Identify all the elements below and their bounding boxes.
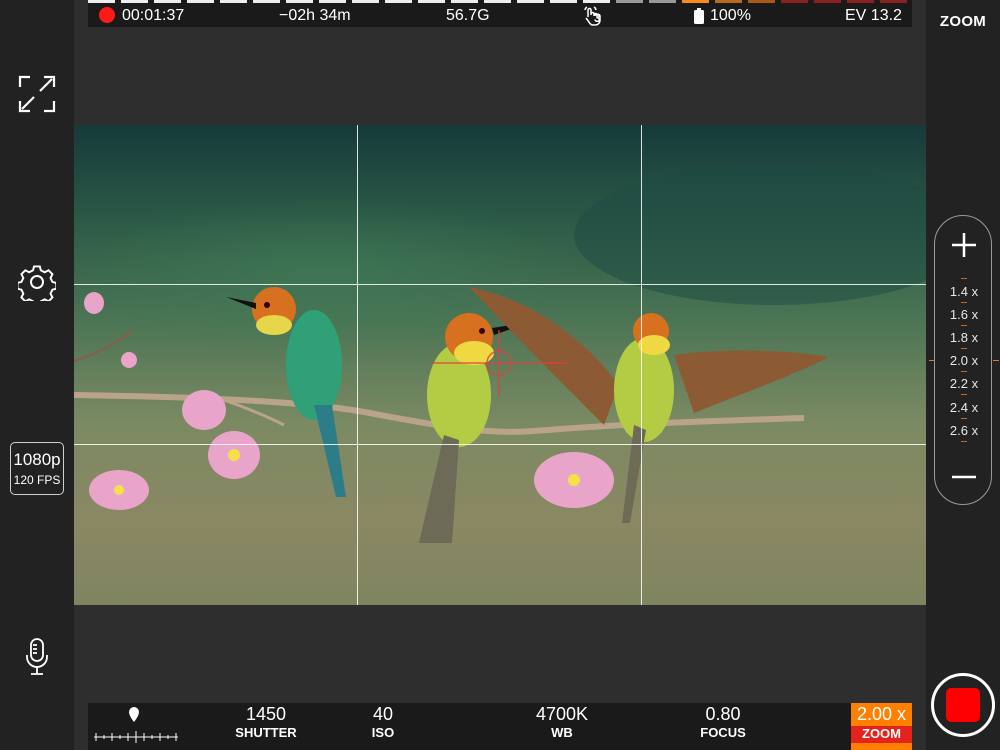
focus-label: FOCUS xyxy=(700,725,746,740)
resolution-fps-badge[interactable]: 1080p 120 FPS xyxy=(10,442,64,495)
minus-icon xyxy=(952,475,976,479)
zoom-tick xyxy=(961,325,967,326)
plus-icon xyxy=(952,233,976,257)
zoom-level-option[interactable]: 1.4 x xyxy=(935,284,993,299)
level-segment xyxy=(220,0,247,3)
touch-count: 3 xyxy=(594,11,601,25)
zoom-level-option[interactable]: 2.4 x xyxy=(935,400,993,415)
grid-line-vertical xyxy=(357,125,358,605)
right-toolbar: ZOOM 1.4 x 1.6 x 1.8 x 2.0 x 2.2 x 2.4 x… xyxy=(926,0,1000,750)
storage-remaining: 56.7G xyxy=(446,7,490,24)
level-segment xyxy=(451,0,478,3)
level-segment xyxy=(583,0,610,3)
record-button[interactable] xyxy=(931,673,995,737)
shutter-control[interactable]: 1450 SHUTTER xyxy=(221,704,311,740)
fullscreen-button[interactable] xyxy=(17,74,57,114)
level-segment xyxy=(682,0,709,3)
zoom-title: ZOOM xyxy=(939,13,987,30)
zoom-current-marker xyxy=(993,360,999,361)
zoom-tick xyxy=(961,278,967,279)
zoom-tick xyxy=(961,302,967,303)
wb-value: 4700K xyxy=(535,704,589,724)
level-segment xyxy=(187,0,214,3)
fullscreen-icon xyxy=(18,75,56,113)
record-stop-icon xyxy=(946,688,980,722)
focus-pin-icon xyxy=(94,707,178,743)
iso-control[interactable]: 40 ISO xyxy=(338,704,428,740)
zoom-value: 2.00 x xyxy=(856,704,907,724)
level-segment xyxy=(319,0,346,3)
zoom-out-button[interactable] xyxy=(949,462,979,492)
fps-label: 120 FPS xyxy=(13,473,61,487)
zoom-tick xyxy=(961,441,967,442)
zoom-tick xyxy=(961,348,967,349)
camera-viewfinder[interactable] xyxy=(74,125,926,605)
level-segment xyxy=(748,0,775,3)
focus-value: 0.80 xyxy=(705,704,741,724)
shutter-label: SHUTTER xyxy=(235,725,297,740)
focus-control[interactable]: 0.80 FOCUS xyxy=(678,704,768,740)
level-segment xyxy=(715,0,742,3)
preview-image xyxy=(74,165,926,543)
zoom-in-button[interactable] xyxy=(949,230,979,260)
zoom-level-option-selected[interactable]: 2.0 x xyxy=(935,353,993,368)
zoom-tick xyxy=(961,418,967,419)
left-toolbar: 1080p 120 FPS xyxy=(0,0,74,750)
microphone-icon xyxy=(26,638,48,675)
zoom-label: ZOOM xyxy=(851,726,912,743)
level-segment xyxy=(418,0,445,3)
microphone-button[interactable] xyxy=(24,637,50,677)
level-segment xyxy=(517,0,544,3)
zoom-current-marker xyxy=(929,360,935,361)
iso-value: 40 xyxy=(372,704,394,724)
zoom-tick xyxy=(961,394,967,395)
grid-line-vertical xyxy=(641,125,642,605)
camera-settings-bar: 1450 SHUTTER 40 ISO 4700K WB 0.80 FOCUS … xyxy=(88,703,912,750)
iso-label: ISO xyxy=(371,725,395,740)
level-segment xyxy=(253,0,280,3)
grid-line-horizontal xyxy=(74,444,926,445)
touch-indicator: 3 xyxy=(582,5,604,32)
recording-indicator-icon xyxy=(99,7,115,23)
zoom-control[interactable]: 2.00 x ZOOM xyxy=(851,703,912,750)
level-segment xyxy=(88,0,115,3)
exposure-value: EV 13.2 xyxy=(845,7,902,24)
zoom-level-option[interactable]: 1.8 x xyxy=(935,330,993,345)
level-segment xyxy=(616,0,643,3)
shutter-value: 1450 xyxy=(245,704,287,724)
record-time: 00:01:37 xyxy=(122,7,185,24)
status-bar: 00:01:37 −02h 34m 56.7G 3 100% EV 13.2 xyxy=(88,0,912,27)
settings-button[interactable] xyxy=(16,263,58,307)
battery-icon xyxy=(694,8,704,24)
zoom-tick xyxy=(961,371,967,372)
zoom-level-option[interactable]: 2.6 x xyxy=(935,423,993,438)
battery-indicator xyxy=(694,8,704,29)
level-segment xyxy=(385,0,412,3)
grid-line-horizontal xyxy=(74,284,926,285)
level-segment xyxy=(550,0,577,3)
level-segment xyxy=(154,0,181,3)
level-segment xyxy=(847,0,874,3)
zoom-level-option[interactable]: 1.6 x xyxy=(935,307,993,322)
level-segment xyxy=(484,0,511,3)
focus-dial[interactable] xyxy=(94,707,178,747)
white-balance-control[interactable]: 4700K WB xyxy=(517,704,607,740)
gear-icon xyxy=(16,265,58,307)
level-segment xyxy=(649,0,676,3)
level-segment xyxy=(781,0,808,3)
battery-level: 100% xyxy=(710,7,751,24)
level-segment xyxy=(121,0,148,3)
zoom-control-panel[interactable]: 1.4 x 1.6 x 1.8 x 2.0 x 2.2 x 2.4 x 2.6 … xyxy=(929,215,999,505)
level-segment xyxy=(286,0,313,3)
wb-label: WB xyxy=(551,725,573,740)
zoom-level-option[interactable]: 2.2 x xyxy=(935,376,993,391)
level-segment xyxy=(880,0,907,3)
resolution-label: 1080p xyxy=(13,450,61,469)
level-segment xyxy=(352,0,379,3)
remaining-time: −02h 34m xyxy=(279,7,351,24)
level-segment xyxy=(814,0,841,3)
